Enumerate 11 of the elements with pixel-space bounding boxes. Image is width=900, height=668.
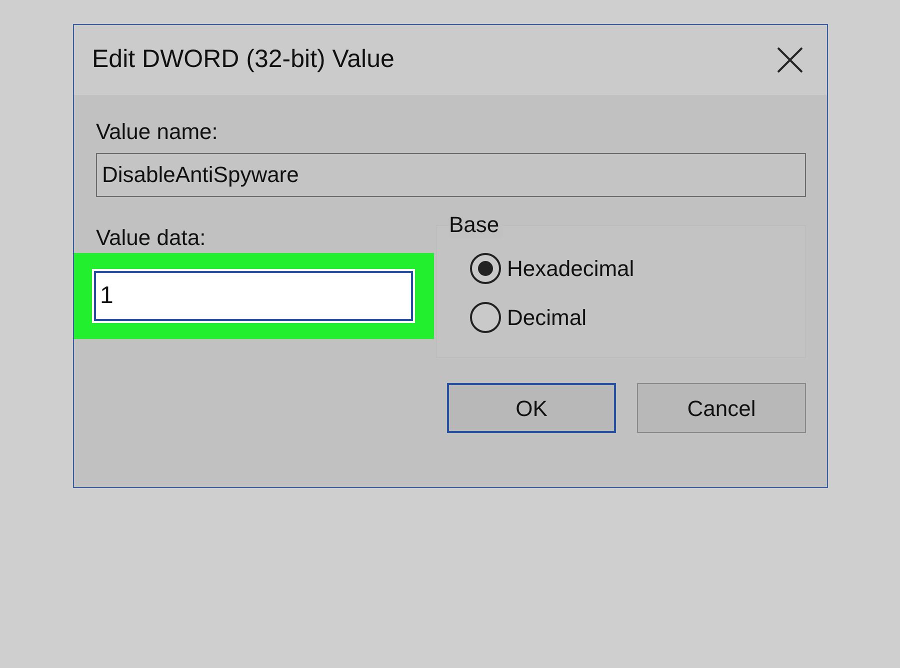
dialog-button[interactable]: OK [447, 383, 616, 433]
close-icon [777, 47, 803, 73]
value-name-label: Value name: [96, 118, 219, 146]
value-name-field[interactable]: DisableAntiSpyware [96, 153, 806, 197]
close-button[interactable] [775, 45, 805, 75]
radio-option[interactable]: Hexadecimal [470, 252, 805, 285]
value-data-field[interactable]: 1 [94, 271, 413, 321]
radio-option[interactable]: Decimal [470, 301, 805, 334]
value-data-label: Value data: [95, 225, 207, 251]
dialog-button[interactable]: Cancel [637, 383, 806, 433]
window-title: Edit DWORD (32-bit) Value [92, 44, 394, 76]
